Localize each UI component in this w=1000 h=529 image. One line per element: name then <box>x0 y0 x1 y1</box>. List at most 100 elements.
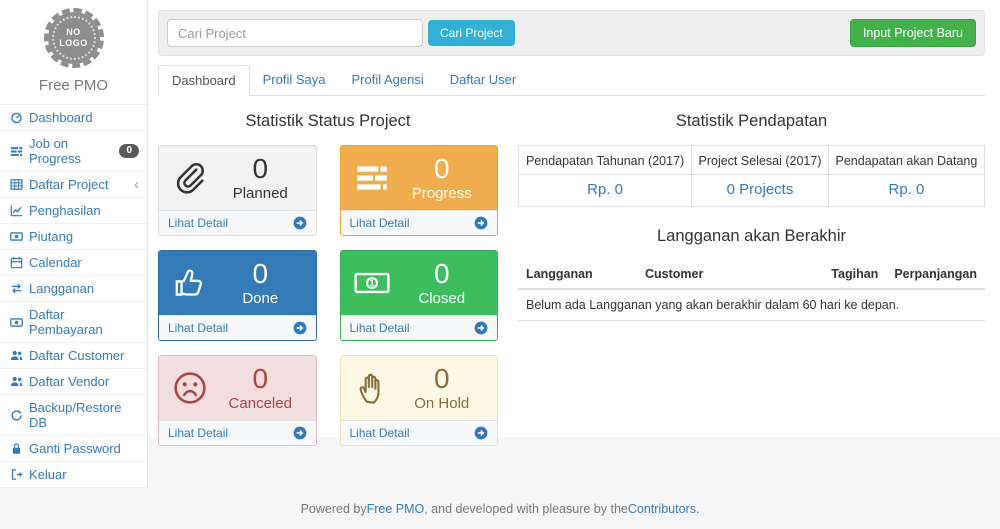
tab-profil-agensi[interactable]: Profil Agensi <box>338 65 436 96</box>
closed-label: Closed <box>395 290 490 307</box>
lihat-detail-label: Lihat Detail <box>350 321 410 335</box>
planned-count: 0 <box>213 154 308 185</box>
tab-dashboard[interactable]: Dashboard <box>158 65 250 96</box>
app-window: NO LOGO Free PMO Dashboard Job on Progre… <box>0 0 1000 488</box>
hand-paper-icon <box>349 369 395 407</box>
sidebar-item-label: Calendar <box>29 255 82 270</box>
sidebar-item-daftar-pembayaran[interactable]: Daftar Pembayaran <box>0 302 147 343</box>
arrow-circle-right-icon <box>474 321 488 335</box>
sidebar-item-label: Piutang <box>29 229 73 244</box>
logo-text: NO LOGO <box>58 27 90 50</box>
sidebar-item-langganan[interactable]: Langganan <box>0 276 147 302</box>
on-hold-count: 0 <box>395 364 490 395</box>
closed-detail-link[interactable]: Lihat Detail <box>341 315 498 340</box>
refresh-icon <box>10 409 23 422</box>
sidebar-item-daftar-customer[interactable]: Daftar Customer <box>0 343 147 369</box>
job-count-badge: 0 <box>119 144 139 158</box>
income-stat-label: Pendapatan Tahunan (2017) <box>519 146 692 175</box>
column-header: Langganan <box>518 260 637 289</box>
column-header: Customer <box>637 260 817 289</box>
search-input[interactable] <box>167 19 423 47</box>
thumbs-up-icon <box>167 264 213 302</box>
sidebar-item-keluar[interactable]: Keluar <box>0 462 147 488</box>
sidebar-nav: Dashboard Job on Progress 0 Daftar Projec… <box>0 104 147 488</box>
money-icon <box>349 264 395 302</box>
sidebar-item-label: Backup/Restore DB <box>29 400 139 430</box>
sidebar-item-penghasilan[interactable]: Penghasilan <box>0 198 147 224</box>
lihat-detail-label: Lihat Detail <box>350 426 410 440</box>
done-detail-link[interactable]: Lihat Detail <box>159 315 316 340</box>
planned-detail-link[interactable]: Lihat Detail <box>159 210 316 235</box>
lock-icon <box>10 442 23 455</box>
sidebar-item-label: Ganti Password <box>29 441 121 456</box>
column-header: Tagihan <box>817 260 887 289</box>
progress-count: 0 <box>395 154 490 185</box>
sidebar-item-label: Job on Progress <box>29 136 107 166</box>
search-bar: Cari Project Input Project Baru <box>158 10 985 56</box>
frown-icon <box>167 369 213 407</box>
on-hold-detail-link[interactable]: Lihat Detail <box>341 420 498 445</box>
arrow-circle-right-icon <box>293 426 307 440</box>
search-button[interactable]: Cari Project <box>428 20 515 46</box>
on-hold-label: On Hold <box>395 395 490 412</box>
planned-label: Planned <box>213 185 308 202</box>
sidebar-item-job-on-progress[interactable]: Job on Progress 0 <box>0 131 147 172</box>
sidebar-item-label: Daftar Vendor <box>29 374 109 389</box>
tab-daftar-user[interactable]: Daftar User <box>437 65 529 96</box>
sidebar-item-backup-restore[interactable]: Backup/Restore DB <box>0 395 147 436</box>
sidebar-item-daftar-project[interactable]: Daftar Project‹ <box>0 172 147 198</box>
sidebar-item-piutang[interactable]: Piutang <box>0 224 147 250</box>
footer-text: . <box>696 502 699 516</box>
sidebar: NO LOGO Free PMO Dashboard Job on Progre… <box>0 0 148 488</box>
users-icon <box>10 375 23 388</box>
lihat-detail-label: Lihat Detail <box>350 216 410 230</box>
chart-line-icon <box>10 204 23 217</box>
sidebar-item-label: Penghasilan <box>29 203 101 218</box>
progress-label: Progress <box>395 185 490 202</box>
tasks-icon <box>10 145 23 158</box>
canceled-label: Canceled <box>213 395 308 412</box>
arrow-circle-right-icon <box>474 216 488 230</box>
sidebar-item-ganti-password[interactable]: Ganti Password <box>0 436 147 462</box>
chevron-left-icon: ‹ <box>134 180 139 190</box>
free-pmo-link[interactable]: Free PMO <box>367 502 425 516</box>
subscription-table: Langganan Customer Tagihan Perpanjangan … <box>518 260 985 321</box>
canceled-count: 0 <box>213 364 308 395</box>
canceled-detail-link[interactable]: Lihat Detail <box>159 420 316 445</box>
card-planned: 0Planned Lihat Detail <box>158 145 317 236</box>
sidebar-item-label: Keluar <box>29 467 67 482</box>
sign-out-icon <box>10 468 23 481</box>
no-logo-badge: NO LOGO <box>44 8 104 68</box>
income-stats-table: Pendapatan Tahunan (2017) Project Selesa… <box>518 145 985 207</box>
status-cards: 0Planned Lihat Detail 0Progress Lihat De… <box>158 145 498 446</box>
sidebar-item-dashboard[interactable]: Dashboard <box>0 105 147 131</box>
contributors-link[interactable]: Contributors <box>628 502 696 516</box>
income-stat-value[interactable]: Rp. 0 <box>828 175 984 207</box>
sidebar-item-label: Langganan <box>29 281 94 296</box>
income-stat-value[interactable]: 0 Projects <box>692 175 829 207</box>
card-closed: 0Closed Lihat Detail <box>340 250 499 341</box>
card-canceled: 0Canceled Lihat Detail <box>158 355 317 446</box>
brand-name: Free PMO <box>39 77 108 94</box>
sidebar-item-label: Daftar Pembayaran <box>29 307 139 337</box>
dashboard-icon <box>10 111 23 124</box>
column-header: Perpanjangan <box>886 260 985 289</box>
card-done: 0Done Lihat Detail <box>158 250 317 341</box>
income-stat-value[interactable]: Rp. 0 <box>519 175 692 207</box>
done-label: Done <box>213 290 308 307</box>
money-icon <box>10 316 23 329</box>
empty-message: Belum ada Langganan yang akan berakhir d… <box>518 289 985 321</box>
retweet-icon <box>10 282 23 295</box>
income-section: Statistik Pendapatan Pendapatan Tahunan … <box>518 106 985 446</box>
footer-text: , and developed with pleasure by the <box>424 502 628 516</box>
tasks-icon <box>349 159 395 197</box>
new-project-button[interactable]: Input Project Baru <box>850 19 976 47</box>
progress-detail-link[interactable]: Lihat Detail <box>341 210 498 235</box>
sidebar-item-daftar-vendor[interactable]: Daftar Vendor <box>0 369 147 395</box>
logo-area: NO LOGO Free PMO <box>0 0 147 104</box>
lihat-detail-label: Lihat Detail <box>168 321 228 335</box>
sidebar-item-calendar[interactable]: Calendar <box>0 250 147 276</box>
closed-count: 0 <box>395 259 490 290</box>
page-footer: Powered by Free PMO, and developed with … <box>0 488 1000 529</box>
tab-profil-saya[interactable]: Profil Saya <box>250 65 339 96</box>
